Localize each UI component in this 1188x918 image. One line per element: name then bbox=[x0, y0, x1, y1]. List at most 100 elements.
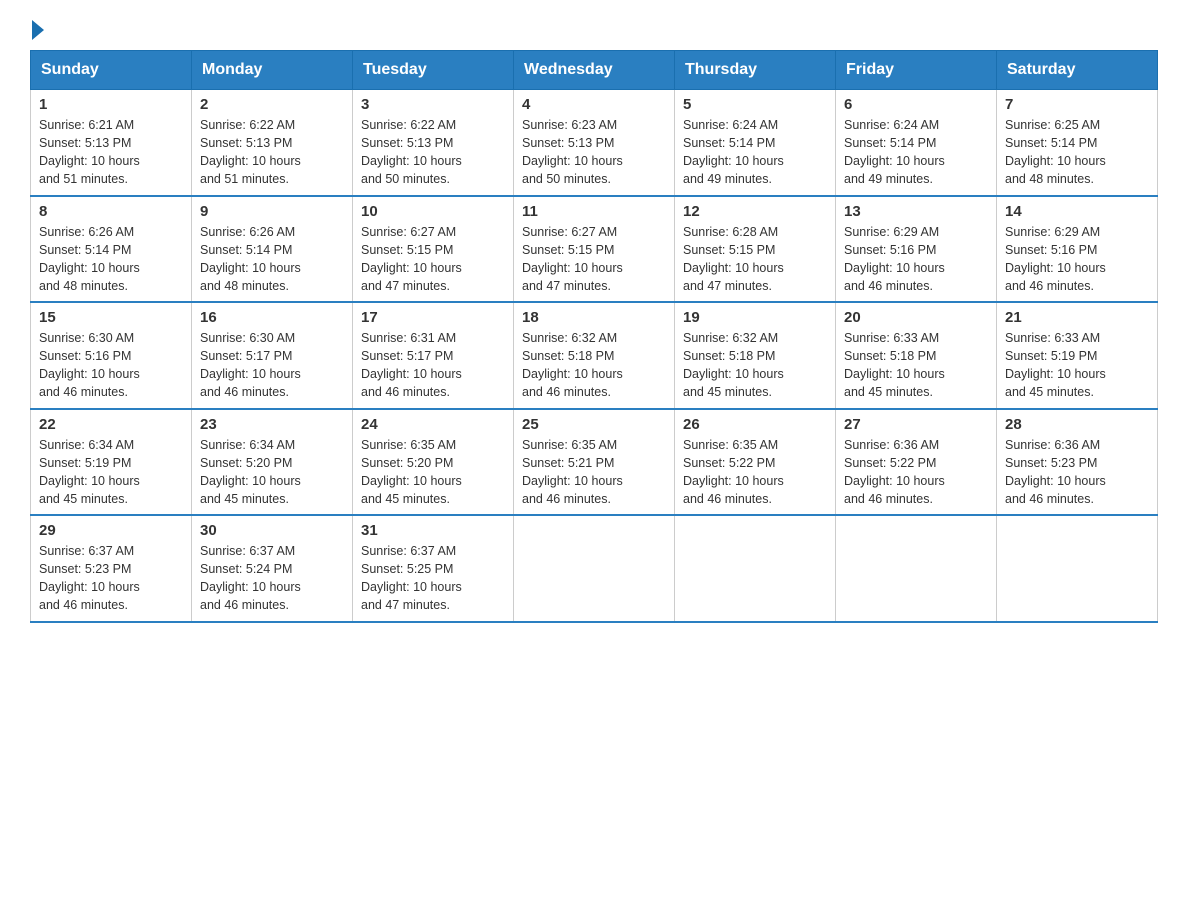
calendar-day-cell: 7 Sunrise: 6:25 AMSunset: 5:14 PMDayligh… bbox=[997, 90, 1158, 196]
day-info: Sunrise: 6:33 AMSunset: 5:18 PMDaylight:… bbox=[844, 331, 945, 399]
day-info: Sunrise: 6:26 AMSunset: 5:14 PMDaylight:… bbox=[39, 225, 140, 293]
day-info: Sunrise: 6:33 AMSunset: 5:19 PMDaylight:… bbox=[1005, 331, 1106, 399]
day-number: 23 bbox=[200, 416, 344, 433]
day-number: 5 bbox=[683, 96, 827, 113]
day-info: Sunrise: 6:21 AMSunset: 5:13 PMDaylight:… bbox=[39, 118, 140, 186]
calendar-day-cell: 14 Sunrise: 6:29 AMSunset: 5:16 PMDaylig… bbox=[997, 196, 1158, 303]
weekday-header-saturday: Saturday bbox=[997, 51, 1158, 90]
day-number: 2 bbox=[200, 96, 344, 113]
day-info: Sunrise: 6:29 AMSunset: 5:16 PMDaylight:… bbox=[1005, 225, 1106, 293]
calendar-day-cell: 1 Sunrise: 6:21 AMSunset: 5:13 PMDayligh… bbox=[31, 90, 192, 196]
weekday-header-thursday: Thursday bbox=[675, 51, 836, 90]
calendar-day-cell: 23 Sunrise: 6:34 AMSunset: 5:20 PMDaylig… bbox=[192, 409, 353, 516]
day-number: 12 bbox=[683, 203, 827, 220]
day-number: 29 bbox=[39, 522, 183, 539]
weekday-header-friday: Friday bbox=[836, 51, 997, 90]
calendar-day-cell: 21 Sunrise: 6:33 AMSunset: 5:19 PMDaylig… bbox=[997, 302, 1158, 409]
day-info: Sunrise: 6:29 AMSunset: 5:16 PMDaylight:… bbox=[844, 225, 945, 293]
calendar-day-cell: 31 Sunrise: 6:37 AMSunset: 5:25 PMDaylig… bbox=[353, 515, 514, 622]
day-number: 20 bbox=[844, 309, 988, 326]
day-number: 31 bbox=[361, 522, 505, 539]
calendar-day-cell: 3 Sunrise: 6:22 AMSunset: 5:13 PMDayligh… bbox=[353, 90, 514, 196]
weekday-header-wednesday: Wednesday bbox=[514, 51, 675, 90]
weekday-header-sunday: Sunday bbox=[31, 51, 192, 90]
day-info: Sunrise: 6:37 AMSunset: 5:25 PMDaylight:… bbox=[361, 544, 462, 612]
day-info: Sunrise: 6:24 AMSunset: 5:14 PMDaylight:… bbox=[683, 118, 784, 186]
logo-triangle-icon bbox=[32, 20, 44, 40]
day-number: 21 bbox=[1005, 309, 1149, 326]
calendar-day-cell: 17 Sunrise: 6:31 AMSunset: 5:17 PMDaylig… bbox=[353, 302, 514, 409]
day-info: Sunrise: 6:36 AMSunset: 5:22 PMDaylight:… bbox=[844, 438, 945, 506]
calendar-day-cell: 29 Sunrise: 6:37 AMSunset: 5:23 PMDaylig… bbox=[31, 515, 192, 622]
calendar-day-cell: 22 Sunrise: 6:34 AMSunset: 5:19 PMDaylig… bbox=[31, 409, 192, 516]
calendar-day-cell: 13 Sunrise: 6:29 AMSunset: 5:16 PMDaylig… bbox=[836, 196, 997, 303]
calendar-day-cell: 19 Sunrise: 6:32 AMSunset: 5:18 PMDaylig… bbox=[675, 302, 836, 409]
calendar-day-cell: 2 Sunrise: 6:22 AMSunset: 5:13 PMDayligh… bbox=[192, 90, 353, 196]
day-number: 9 bbox=[200, 203, 344, 220]
day-info: Sunrise: 6:24 AMSunset: 5:14 PMDaylight:… bbox=[844, 118, 945, 186]
day-number: 3 bbox=[361, 96, 505, 113]
day-info: Sunrise: 6:28 AMSunset: 5:15 PMDaylight:… bbox=[683, 225, 784, 293]
day-info: Sunrise: 6:30 AMSunset: 5:17 PMDaylight:… bbox=[200, 331, 301, 399]
calendar-day-cell: 27 Sunrise: 6:36 AMSunset: 5:22 PMDaylig… bbox=[836, 409, 997, 516]
calendar-day-cell: 11 Sunrise: 6:27 AMSunset: 5:15 PMDaylig… bbox=[514, 196, 675, 303]
day-info: Sunrise: 6:34 AMSunset: 5:19 PMDaylight:… bbox=[39, 438, 140, 506]
day-info: Sunrise: 6:30 AMSunset: 5:16 PMDaylight:… bbox=[39, 331, 140, 399]
calendar-day-cell: 18 Sunrise: 6:32 AMSunset: 5:18 PMDaylig… bbox=[514, 302, 675, 409]
day-info: Sunrise: 6:34 AMSunset: 5:20 PMDaylight:… bbox=[200, 438, 301, 506]
calendar-day-cell: 20 Sunrise: 6:33 AMSunset: 5:18 PMDaylig… bbox=[836, 302, 997, 409]
calendar-day-cell: 26 Sunrise: 6:35 AMSunset: 5:22 PMDaylig… bbox=[675, 409, 836, 516]
calendar-day-cell: 25 Sunrise: 6:35 AMSunset: 5:21 PMDaylig… bbox=[514, 409, 675, 516]
calendar-day-cell: 30 Sunrise: 6:37 AMSunset: 5:24 PMDaylig… bbox=[192, 515, 353, 622]
calendar-week-row: 8 Sunrise: 6:26 AMSunset: 5:14 PMDayligh… bbox=[31, 196, 1158, 303]
calendar-empty-cell bbox=[997, 515, 1158, 622]
day-info: Sunrise: 6:35 AMSunset: 5:20 PMDaylight:… bbox=[361, 438, 462, 506]
day-number: 19 bbox=[683, 309, 827, 326]
logo bbox=[30, 20, 46, 40]
weekday-header-tuesday: Tuesday bbox=[353, 51, 514, 90]
calendar-day-cell: 24 Sunrise: 6:35 AMSunset: 5:20 PMDaylig… bbox=[353, 409, 514, 516]
day-number: 27 bbox=[844, 416, 988, 433]
calendar-day-cell: 28 Sunrise: 6:36 AMSunset: 5:23 PMDaylig… bbox=[997, 409, 1158, 516]
day-number: 4 bbox=[522, 96, 666, 113]
day-info: Sunrise: 6:22 AMSunset: 5:13 PMDaylight:… bbox=[200, 118, 301, 186]
calendar-day-cell: 5 Sunrise: 6:24 AMSunset: 5:14 PMDayligh… bbox=[675, 90, 836, 196]
calendar-empty-cell bbox=[836, 515, 997, 622]
day-number: 11 bbox=[522, 203, 666, 220]
calendar-week-row: 1 Sunrise: 6:21 AMSunset: 5:13 PMDayligh… bbox=[31, 90, 1158, 196]
day-info: Sunrise: 6:27 AMSunset: 5:15 PMDaylight:… bbox=[522, 225, 623, 293]
calendar-header-row: SundayMondayTuesdayWednesdayThursdayFrid… bbox=[31, 51, 1158, 90]
day-info: Sunrise: 6:35 AMSunset: 5:22 PMDaylight:… bbox=[683, 438, 784, 506]
calendar-day-cell: 6 Sunrise: 6:24 AMSunset: 5:14 PMDayligh… bbox=[836, 90, 997, 196]
calendar-day-cell: 4 Sunrise: 6:23 AMSunset: 5:13 PMDayligh… bbox=[514, 90, 675, 196]
day-info: Sunrise: 6:23 AMSunset: 5:13 PMDaylight:… bbox=[522, 118, 623, 186]
day-number: 14 bbox=[1005, 203, 1149, 220]
day-info: Sunrise: 6:25 AMSunset: 5:14 PMDaylight:… bbox=[1005, 118, 1106, 186]
day-number: 30 bbox=[200, 522, 344, 539]
calendar-day-cell: 15 Sunrise: 6:30 AMSunset: 5:16 PMDaylig… bbox=[31, 302, 192, 409]
calendar-day-cell: 16 Sunrise: 6:30 AMSunset: 5:17 PMDaylig… bbox=[192, 302, 353, 409]
calendar-empty-cell bbox=[675, 515, 836, 622]
day-info: Sunrise: 6:32 AMSunset: 5:18 PMDaylight:… bbox=[683, 331, 784, 399]
day-info: Sunrise: 6:37 AMSunset: 5:24 PMDaylight:… bbox=[200, 544, 301, 612]
day-number: 8 bbox=[39, 203, 183, 220]
day-number: 6 bbox=[844, 96, 988, 113]
day-number: 24 bbox=[361, 416, 505, 433]
day-info: Sunrise: 6:22 AMSunset: 5:13 PMDaylight:… bbox=[361, 118, 462, 186]
calendar-week-row: 22 Sunrise: 6:34 AMSunset: 5:19 PMDaylig… bbox=[31, 409, 1158, 516]
day-number: 13 bbox=[844, 203, 988, 220]
weekday-header-monday: Monday bbox=[192, 51, 353, 90]
calendar-body: 1 Sunrise: 6:21 AMSunset: 5:13 PMDayligh… bbox=[31, 90, 1158, 622]
day-number: 15 bbox=[39, 309, 183, 326]
calendar-week-row: 29 Sunrise: 6:37 AMSunset: 5:23 PMDaylig… bbox=[31, 515, 1158, 622]
day-number: 18 bbox=[522, 309, 666, 326]
calendar-day-cell: 8 Sunrise: 6:26 AMSunset: 5:14 PMDayligh… bbox=[31, 196, 192, 303]
day-info: Sunrise: 6:31 AMSunset: 5:17 PMDaylight:… bbox=[361, 331, 462, 399]
day-info: Sunrise: 6:26 AMSunset: 5:14 PMDaylight:… bbox=[200, 225, 301, 293]
calendar-table: SundayMondayTuesdayWednesdayThursdayFrid… bbox=[30, 50, 1158, 623]
day-number: 22 bbox=[39, 416, 183, 433]
day-info: Sunrise: 6:27 AMSunset: 5:15 PMDaylight:… bbox=[361, 225, 462, 293]
calendar-day-cell: 9 Sunrise: 6:26 AMSunset: 5:14 PMDayligh… bbox=[192, 196, 353, 303]
calendar-day-cell: 10 Sunrise: 6:27 AMSunset: 5:15 PMDaylig… bbox=[353, 196, 514, 303]
day-number: 16 bbox=[200, 309, 344, 326]
